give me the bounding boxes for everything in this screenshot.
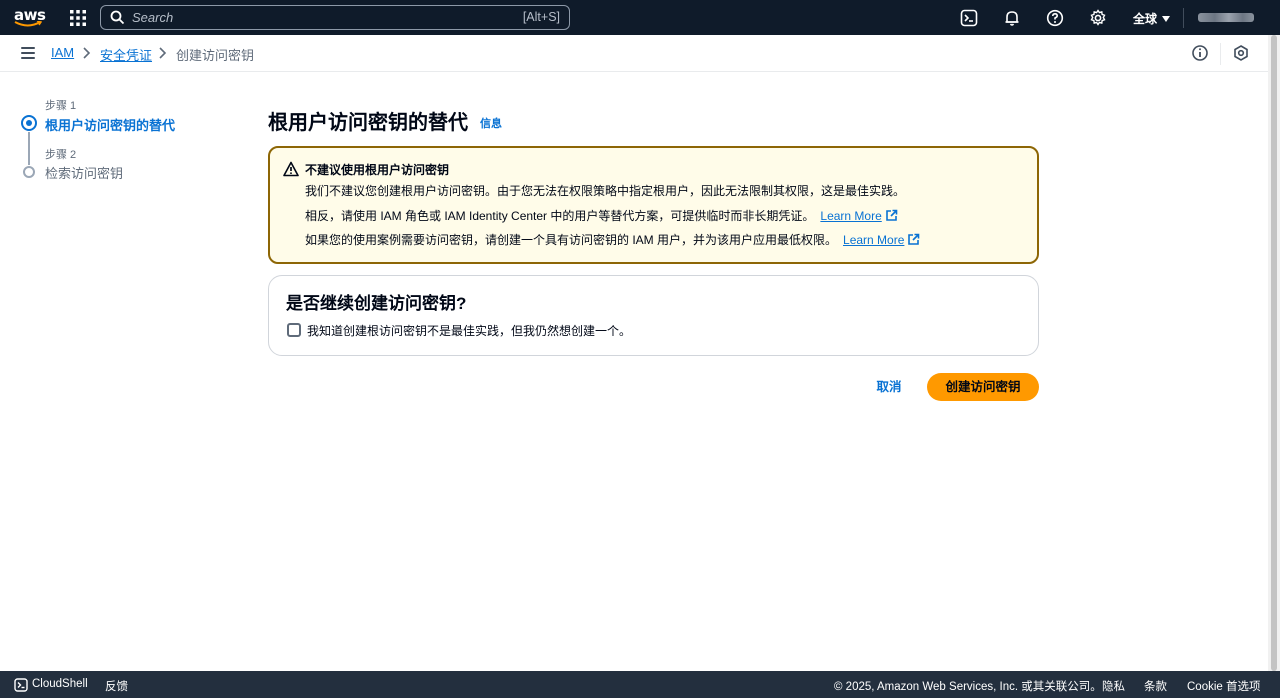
breadcrumb-security-credentials[interactable]: 安全凭证 (100, 45, 152, 64)
step-2-indicator (23, 166, 35, 178)
breadcrumb-iam[interactable]: IAM (51, 45, 74, 60)
learn-more-link-1[interactable]: Learn More (820, 209, 898, 223)
search-input[interactable]: Search [Alt+S] (100, 5, 570, 30)
alert-line-3: 如果您的使用案例需要访问密钥，请创建一个具有访问密钥的 IAM 用户，并为该用户… (305, 231, 920, 248)
step-1-number: 步骤 1 (45, 100, 77, 112)
learn-more-label: Learn More (820, 209, 882, 223)
search-icon (110, 10, 125, 25)
aws-smile-icon (14, 21, 42, 27)
confirm-card-title: 是否继续创建访问密钥? (286, 294, 467, 313)
chevron-right-icon (159, 47, 167, 59)
alert-line-2-text: 相反，请使用 IAM 角色或 IAM Identity Center 中的用户等… (305, 209, 815, 223)
footer: CloudShell 反馈 © 2025, Amazon Web Service… (0, 671, 1280, 698)
scrollbar[interactable] (1268, 35, 1280, 671)
alert-title: 不建议使用根用户访问密钥 (305, 163, 450, 177)
caret-down-icon (1162, 16, 1171, 22)
privacy-link[interactable]: 隐私 (1102, 678, 1125, 694)
breadcrumb-current: 创建访问密钥 (176, 48, 255, 63)
scrollbar-thumb[interactable] (1271, 35, 1277, 671)
region-label: 全球 (1133, 12, 1158, 26)
gear-icon[interactable] (1089, 9, 1107, 27)
menu-icon[interactable] (21, 47, 35, 59)
confirm-card: 是否继续创建访问密钥? 我知道创建根访问密钥不是最佳实践，但我仍然想创建一个。 (268, 275, 1039, 356)
terms-link[interactable]: 条款 (1144, 678, 1167, 694)
cloudshell-link[interactable]: CloudShell (32, 678, 88, 690)
acknowledge-checkbox[interactable] (287, 323, 301, 337)
help-icon[interactable] (1046, 9, 1064, 27)
page-title: 根用户访问密钥的替代 (268, 112, 468, 134)
account-menu[interactable] (1198, 13, 1254, 22)
step-2-title: 检索访问密钥 (45, 166, 124, 181)
search-placeholder: Search (132, 10, 174, 25)
alert-line-1: 我们不建议您创建根用户访问密钥。由于您无法在权限策略中指定根用户，因此无法限制其… (305, 184, 906, 198)
info-link[interactable]: 信息 (480, 115, 502, 131)
region-selector[interactable]: 全球 (1133, 10, 1171, 27)
info-icon[interactable] (1191, 44, 1209, 62)
external-link-icon (908, 233, 920, 245)
cloudshell-icon (14, 678, 28, 692)
warning-alert: 不建议使用根用户访问密钥 我们不建议您创建根用户访问密钥。由于您无法在权限策略中… (268, 146, 1039, 264)
alert-line-3-text: 如果您的使用案例需要访问密钥，请创建一个具有访问密钥的 IAM 用户，并为该用户… (305, 233, 838, 247)
copyright-text: © 2025, Amazon Web Services, Inc. 或其关联公司… (834, 681, 1102, 693)
alert-line-2: 相反，请使用 IAM 角色或 IAM Identity Center 中的用户等… (305, 207, 898, 224)
external-link-icon (885, 209, 898, 221)
step-connector (28, 132, 30, 165)
aws-logo[interactable]: aws (14, 6, 46, 30)
nav-divider (1183, 8, 1184, 28)
bell-icon[interactable] (1003, 9, 1021, 27)
cancel-button[interactable]: 取消 (866, 374, 912, 400)
warning-icon (283, 161, 299, 177)
grid-icon[interactable] (70, 10, 86, 26)
step-1-indicator (21, 115, 37, 131)
feedback-link[interactable]: 反馈 (105, 678, 128, 694)
create-access-key-button[interactable]: 创建访问密钥 (927, 373, 1039, 401)
top-navigation: aws Search [Alt+S] 全球 (0, 0, 1280, 35)
acknowledge-checkbox-label[interactable]: 我知道创建根访问密钥不是最佳实践，但我仍然想创建一个。 (307, 322, 631, 339)
breadcrumb-divider (1220, 43, 1221, 65)
breadcrumb-bar: IAM 安全凭证 创建访问密钥 (0, 35, 1268, 72)
learn-more-label: Learn More (843, 233, 905, 247)
learn-more-link-2[interactable]: Learn More (843, 233, 920, 247)
chevron-right-icon (83, 47, 91, 59)
step-1-title[interactable]: 根用户访问密钥的替代 (45, 115, 175, 134)
cookie-preferences-link[interactable]: Cookie 首选项 (1187, 678, 1261, 694)
settings-hexagon-icon[interactable] (1232, 44, 1250, 62)
search-shortcut: [Alt+S] (522, 10, 560, 24)
step-2-number: 步骤 2 (45, 149, 77, 161)
cloudshell-icon[interactable] (960, 9, 978, 27)
